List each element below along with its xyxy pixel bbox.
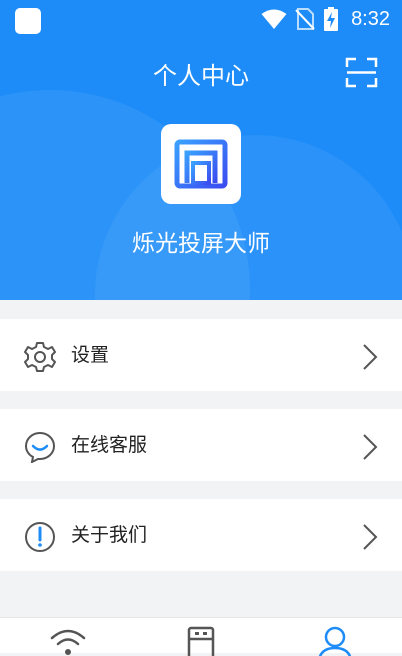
app-name: 烁光投屏大师 [132,231,270,257]
page-title: 个人中心 [153,62,249,90]
menu-item-label: 关于我们 [71,524,148,546]
menu-item-online-service[interactable]: 在线客服 [0,409,402,481]
menu-item-label: 在线客服 [71,434,148,456]
chevron-right-icon [363,524,378,550]
app-logo-icon [174,139,228,189]
bottom-tab-bar [0,617,402,656]
battery-charging-icon [324,7,339,31]
scan-icon[interactable] [345,56,378,89]
no-sim-icon [295,8,315,30]
chat-bubble-icon [24,431,56,463]
chevron-right-icon [363,434,378,460]
wifi-icon [261,9,287,29]
notification-icon [15,8,41,34]
chevron-right-icon [363,344,378,370]
app-logo [161,124,241,204]
clock: 8:32 [351,7,390,30]
menu-item-settings[interactable]: 设置 [0,319,402,391]
info-icon [25,522,55,552]
menu-item-about-us[interactable]: 关于我们 [0,499,402,571]
gear-icon [24,342,56,372]
status-bar: 8:32 [0,0,402,38]
menu-item-label: 设置 [71,344,110,366]
